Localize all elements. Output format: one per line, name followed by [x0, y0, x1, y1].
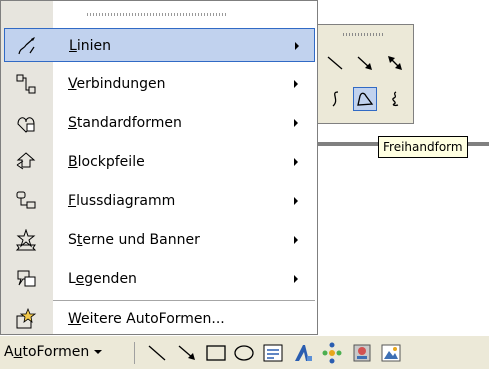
scribble-tool-icon[interactable]	[383, 87, 407, 111]
arrow-icon[interactable]	[176, 342, 198, 364]
oval-icon[interactable]	[233, 342, 255, 364]
menu-item-standardformen[interactable]: Standardformen	[4, 106, 315, 140]
submenu-arrow-icon	[294, 236, 298, 244]
chevron-down-icon	[94, 350, 103, 354]
picture-icon[interactable]	[380, 342, 402, 364]
menu-item-legenden[interactable]: Legenden	[4, 262, 315, 296]
submenu-arrow-icon	[294, 197, 298, 205]
submenu-arrow-icon	[294, 80, 298, 88]
freeform-tool-icon[interactable]	[353, 87, 377, 111]
menu-grip[interactable]	[87, 13, 227, 16]
flowchart-icon	[16, 191, 36, 209]
autoformen-button[interactable]: AutoFormen	[4, 344, 103, 360]
connectors-icon	[16, 74, 36, 94]
drawing-toolbar: AutoFormen	[0, 335, 489, 369]
basic-shapes-icon	[17, 117, 35, 133]
toolbar-separator	[134, 342, 135, 364]
line-tool-icon[interactable]	[323, 51, 347, 75]
submenu-arrow-icon	[294, 119, 298, 127]
lines-submenu	[316, 24, 414, 124]
curve-tool-icon[interactable]	[323, 87, 347, 111]
menu-item-verbindungen[interactable]: Verbindungen	[4, 67, 315, 101]
menu-item-blockpfeile[interactable]: Blockpfeile	[4, 145, 315, 179]
block-arrows-icon	[16, 152, 36, 170]
diagram-icon[interactable]	[321, 342, 343, 364]
autoshapes-menu: Linien Verbindungen Standardformen Block…	[0, 0, 318, 335]
menu-separator	[53, 300, 315, 301]
submenu-arrow-icon	[295, 42, 299, 50]
menu-item-linien[interactable]: Linien	[4, 28, 315, 62]
textbox-icon[interactable]	[262, 342, 284, 364]
submenu-grip[interactable]	[343, 33, 385, 36]
submenu-arrow-icon	[294, 158, 298, 166]
submenu-arrow-icon	[294, 275, 298, 283]
wordart-icon[interactable]	[292, 342, 314, 364]
line-icon[interactable]	[146, 342, 168, 364]
arrow-tool-icon[interactable]	[353, 51, 377, 75]
rectangle-icon[interactable]	[205, 342, 227, 364]
lines-category-icon	[18, 37, 35, 55]
menu-item-flussdiagramm[interactable]: Flussdiagramm	[4, 184, 315, 218]
clipart-icon[interactable]	[351, 342, 373, 364]
menu-item-sterne-und-banner[interactable]: Sterne und Banner	[4, 223, 315, 257]
double-arrow-tool-icon[interactable]	[383, 51, 407, 75]
callouts-icon	[17, 270, 36, 287]
stars-banners-icon	[15, 229, 37, 251]
tooltip: Freihandform	[378, 136, 468, 158]
menu-item-weitere-autoformen[interactable]: Weitere AutoFormen...	[4, 302, 315, 336]
more-autoshapes-icon	[16, 308, 37, 329]
